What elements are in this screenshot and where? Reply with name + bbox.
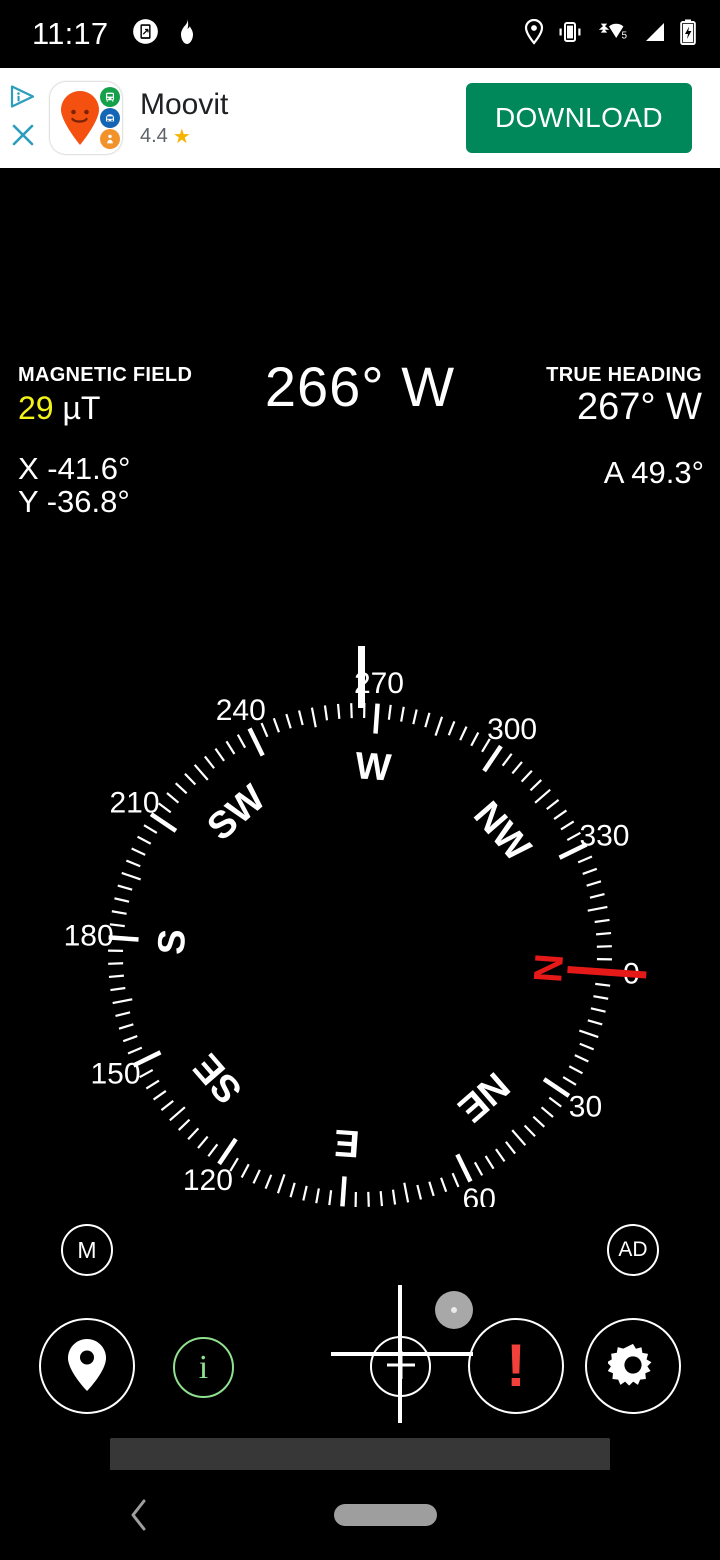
star-icon: ★ [172,125,191,148]
location-pin-icon [524,18,544,50]
dial-cardinal-s: S [151,928,195,956]
exclamation-icon: ! [506,1332,526,1400]
location-pin-icon [65,1338,109,1395]
vibrate-icon [557,20,583,49]
true-heading-value: 267° W [576,386,702,428]
compass-index-pointer [358,646,365,708]
compass-readouts: MAGNETIC FIELD 29 µT 266° W TRUE HEADING… [0,355,720,444]
ad-text-block: Moovit 4.4 ★ [140,88,228,148]
back-chevron-icon[interactable] [124,1498,154,1532]
dial-cardinal-n: N [525,952,571,984]
magnetic-mode-button[interactable]: M [61,1224,113,1276]
ad-rating: 4.4 ★ [140,125,228,148]
ad-banner[interactable]: Moovit 4.4 ★ DOWNLOAD [0,68,720,168]
flame-icon [175,18,199,51]
info-button[interactable]: i [173,1337,234,1398]
moovit-app-icon [50,82,122,154]
true-heading-label: TRUE HEADING [546,364,702,386]
bus-badge-icon [100,87,120,107]
dial-degree-label: 60 [463,1183,496,1207]
dial-cardinal-e: E [333,1121,361,1165]
settings-button[interactable] [585,1318,681,1414]
dial-cardinal-nw: NW [465,794,538,869]
home-pill-icon[interactable] [334,1504,437,1526]
cell-signal-icon [643,20,667,49]
dial-degree-label: 330 [579,819,629,852]
train-badge-icon [100,108,120,128]
dial-cardinal-se: SE [186,1045,251,1111]
dial-degree-label: 30 [569,1091,602,1124]
ad-choices-controls [0,68,46,168]
status-bar-notification-icons [132,18,199,51]
tilt-y-value: Y -36.8° [18,483,130,519]
info-icon: i [198,1348,209,1386]
close-icon[interactable] [10,122,36,153]
status-bar-system-icons: 5 [524,18,696,50]
dial-degree-label: 240 [216,694,266,727]
calibration-warning-button[interactable]: ! [468,1318,564,1414]
ad-toggle-button[interactable]: AD [607,1224,659,1276]
tilt-readout: X -41.6° Y -36.8° [18,451,131,519]
azimuth-readout: A 49.3° [603,455,704,490]
ad-rating-value: 4.4 [140,125,168,147]
moovit-badge-group [100,87,120,149]
true-heading-readout: TRUE HEADING 267° W [546,364,702,426]
battery-charging-icon [680,19,696,50]
adchoices-icon[interactable] [9,84,37,114]
compass-dial[interactable]: 0306090120150180210240270300330NNEESESSW… [40,567,680,1423]
screenshot-icon [132,18,159,50]
tram-badge-icon [100,129,120,149]
dial-degree-label: 300 [487,713,537,746]
navigation-bar [0,1470,720,1560]
dial-degree-label: 180 [64,920,114,953]
compass-app-body: MAGNETIC FIELD 29 µT 266° W TRUE HEADING… [0,168,720,1560]
dial-degree-label: 210 [109,786,159,819]
dial-cardinal-sw: SW [200,777,274,849]
svg-text:5: 5 [622,30,628,41]
status-bar: 11:17 5 [0,0,720,68]
dial-cardinal-w: W [354,745,393,789]
dial-degree-label: 150 [90,1058,140,1091]
app-screen: 11:17 5 Moovit 4.4 ★ DOWNLOAD MAGNETIC F… [0,0,720,1560]
tilt-x-value: X -41.6° [18,451,131,486]
location-button[interactable] [39,1318,135,1414]
dial-degree-label: 120 [183,1164,233,1197]
wifi-icon: 5 [596,19,630,50]
dial-cardinal-ne: NE [450,1064,517,1130]
gear-icon [606,1340,658,1393]
ad-app-name: Moovit [140,88,229,121]
plus-icon [384,1348,418,1385]
bubble-level-ball [435,1291,473,1329]
add-button[interactable] [370,1336,431,1397]
ad-download-button[interactable]: DOWNLOAD [466,83,692,153]
status-bar-clock: 11:17 [32,16,109,51]
